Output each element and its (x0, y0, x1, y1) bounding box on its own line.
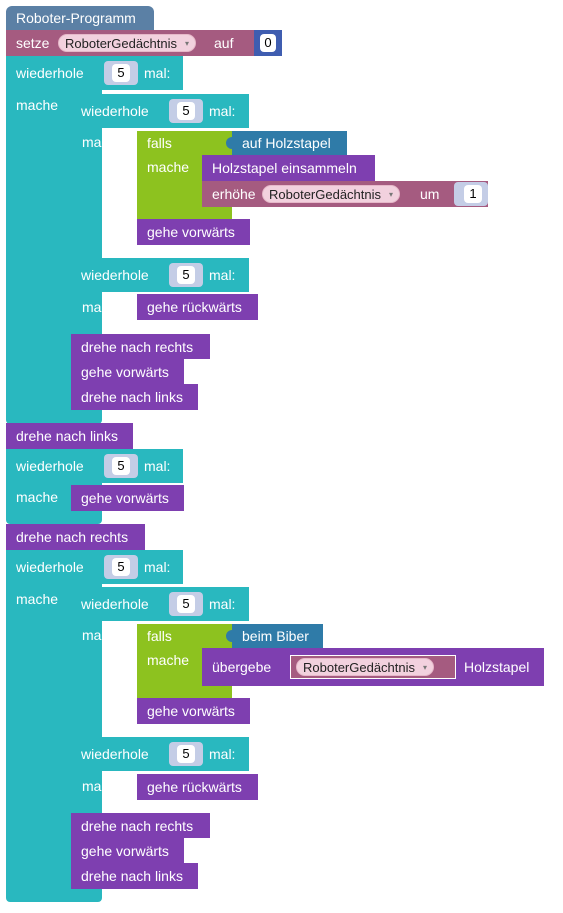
if-do-label: mache (147, 159, 190, 175)
repeat-label: wiederhole (81, 267, 149, 283)
dropdown-arrow-icon: ▾ (185, 39, 190, 48)
do-label: mache (82, 299, 125, 315)
repeat-header[interactable]: wiederhole 5 mal: (6, 550, 183, 584)
repeat-header[interactable]: wiederhole 5 mal: (71, 737, 249, 771)
turn-right-label: drehe nach rechts (16, 529, 129, 545)
repeat-count-field[interactable]: 5 (177, 102, 195, 120)
repeat-count-field[interactable]: 5 (177, 266, 195, 284)
do-label: mache (16, 97, 59, 113)
repeat-count-field[interactable]: 5 (177, 595, 195, 613)
repeat-label: wiederhole (16, 559, 84, 575)
do-label: mache (82, 627, 125, 643)
program-title: Roboter-Programm (16, 10, 136, 26)
times-label: mal: (144, 65, 171, 81)
set-variable-block[interactable]: setze RoboterGedächtnis ▾ auf (6, 30, 256, 56)
give-block[interactable]: übergebe RoboterGedächtnis ▾ Holzstapel (202, 648, 544, 686)
if-label: falls (147, 628, 172, 644)
forward-label: gehe vorwärts (81, 843, 169, 859)
repeat-label: wiederhole (81, 103, 149, 119)
if-do-label: mache (147, 652, 190, 668)
repeat-header[interactable]: wiederhole 5 mal: (71, 94, 249, 128)
repeat-label: wiederhole (81, 596, 149, 612)
repeat-count-field[interactable]: 5 (112, 457, 130, 475)
set-label: setze (16, 35, 50, 51)
forward-block[interactable]: gehe vorwärts (71, 838, 184, 863)
backward-block[interactable]: gehe rückwärts (137, 774, 258, 800)
give-label: übergebe (212, 659, 272, 675)
repeat-label: wiederhole (81, 746, 149, 762)
increment-value-field[interactable]: 1 (464, 185, 482, 203)
variable-dropdown[interactable]: RoboterGedächtnis ▾ (58, 34, 197, 52)
times-label: mal: (209, 267, 236, 283)
do-label: mache (16, 489, 59, 505)
collect-wood-block[interactable]: Holzstapel einsammeln (202, 155, 375, 181)
variable-dropdown[interactable]: RoboterGedächtnis ▾ (262, 185, 401, 203)
turn-left-label: drehe nach links (16, 428, 118, 444)
repeat-label: wiederhole (16, 65, 84, 81)
repeat-count-field[interactable]: 5 (177, 745, 195, 763)
turn-right-block[interactable]: drehe nach rechts (71, 813, 210, 838)
turn-left-label: drehe nach links (81, 868, 183, 884)
condition-label: beim Biber (242, 628, 309, 644)
set-value-field[interactable]: 0 (260, 34, 276, 52)
turn-left-label: drehe nach links (81, 389, 183, 405)
forward-label: gehe vorwärts (147, 224, 235, 240)
forward-label: gehe vorwärts (81, 364, 169, 380)
times-label: mal: (144, 559, 171, 575)
forward-label: gehe vorwärts (81, 490, 169, 506)
condition-connector (226, 137, 234, 149)
turn-right-label: drehe nach rechts (81, 818, 194, 834)
turn-left-block[interactable]: drehe nach links (71, 384, 198, 410)
do-label: mache (82, 778, 125, 794)
repeat-header[interactable]: wiederhole 5 mal: (71, 587, 249, 621)
backward-label: gehe rückwärts (147, 299, 242, 315)
set-to-label: auf (214, 35, 234, 51)
increment-label: erhöhe (212, 186, 256, 202)
repeat-header[interactable]: wiederhole 5 mal: (6, 449, 183, 483)
times-label: mal: (144, 458, 171, 474)
condition-block[interactable]: beim Biber (226, 624, 323, 648)
forward-block[interactable]: gehe vorwärts (137, 219, 250, 245)
variable-name: RoboterGedächtnis (269, 187, 382, 202)
turn-left-block[interactable]: drehe nach links (6, 423, 133, 449)
forward-label: gehe vorwärts (147, 703, 235, 719)
do-label: mache (16, 591, 59, 607)
turn-right-label: drehe nach rechts (81, 339, 194, 355)
turn-right-block[interactable]: drehe nach rechts (71, 334, 210, 359)
forward-block[interactable]: gehe vorwärts (137, 698, 250, 724)
turn-right-block[interactable]: drehe nach rechts (6, 524, 145, 550)
variable-dropdown[interactable]: RoboterGedächtnis ▾ (296, 658, 435, 676)
condition-label: auf Holzstapel (242, 135, 331, 151)
variable-name: RoboterGedächtnis (65, 36, 178, 51)
dropdown-arrow-icon: ▾ (423, 663, 428, 672)
do-label: mache (82, 134, 125, 150)
times-label: mal: (209, 746, 236, 762)
backward-label: gehe rückwärts (147, 779, 242, 795)
repeat-count-field[interactable]: 5 (112, 64, 130, 82)
repeat-header[interactable]: wiederhole 5 mal: (71, 258, 249, 292)
times-label: mal: (209, 596, 236, 612)
variable-name: RoboterGedächtnis (303, 660, 416, 675)
program-block[interactable]: Roboter-Programm (6, 6, 154, 30)
backward-block[interactable]: gehe rückwärts (137, 294, 258, 320)
repeat-label: wiederhole (16, 458, 84, 474)
collect-wood-label: Holzstapel einsammeln (212, 160, 357, 176)
turn-left-block[interactable]: drehe nach links (71, 863, 198, 889)
forward-block[interactable]: gehe vorwärts (71, 359, 184, 384)
forward-block[interactable]: gehe vorwärts (71, 485, 184, 511)
by-label: um (420, 186, 440, 202)
times-label: mal: (209, 103, 236, 119)
dropdown-arrow-icon: ▾ (389, 190, 394, 199)
increment-block[interactable]: erhöhe RoboterGedächtnis ▾ um 1 (202, 181, 488, 207)
condition-block[interactable]: auf Holzstapel (226, 131, 347, 155)
if-label: falls (147, 135, 172, 151)
number-block[interactable]: 0 (254, 30, 282, 56)
repeat-header[interactable]: wiederhole 5 mal: (6, 56, 183, 90)
condition-connector (226, 630, 234, 642)
give-target-label: Holzstapel (464, 659, 530, 675)
repeat-count-field[interactable]: 5 (112, 558, 130, 576)
